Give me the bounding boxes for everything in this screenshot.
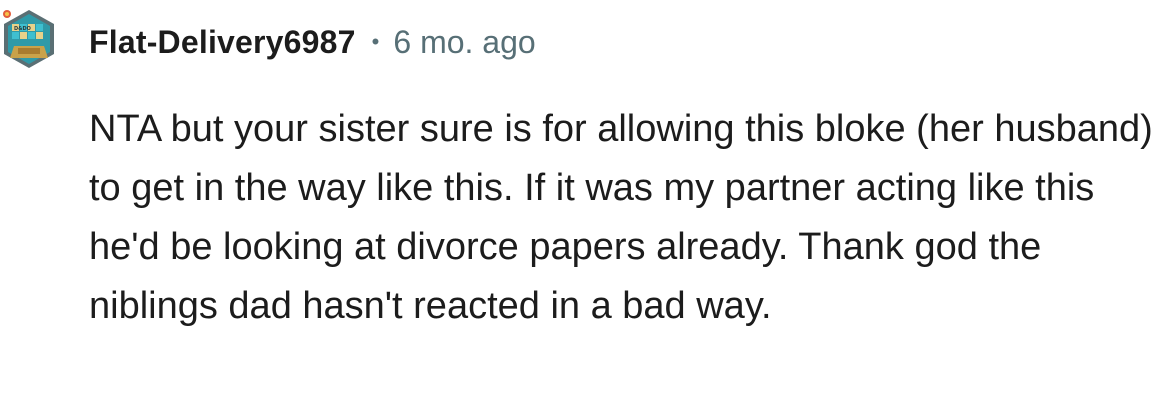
user-avatar[interactable]: D&DO <box>0 6 58 78</box>
comment-body: NTA but your sister sure is for allowing… <box>89 108 1153 327</box>
comment: D&DO Flat-Delivery6987 • 6 mo. ago NTA b… <box>0 0 1170 409</box>
meta-separator: • <box>371 29 380 54</box>
snoovatar-game-board-icon: D&DO <box>3 10 54 68</box>
svg-text:D&DO: D&DO <box>14 26 31 32</box>
comment-header: Flat-Delivery6987 • 6 mo. ago <box>89 20 536 64</box>
comment-timestamp[interactable]: 6 mo. ago <box>393 24 535 61</box>
username-link[interactable]: Flat-Delivery6987 <box>89 24 356 61</box>
